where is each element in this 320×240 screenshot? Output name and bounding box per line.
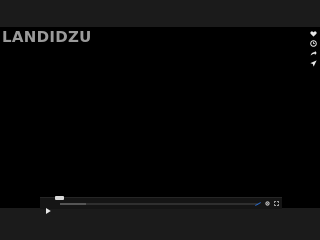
- fullscreen-button[interactable]: [273, 201, 279, 207]
- send-button[interactable]: [310, 60, 318, 67]
- hd-icon: [255, 201, 261, 206]
- fullscreen-icon: [273, 201, 279, 206]
- progress-bar[interactable]: [60, 203, 258, 205]
- video-page: LANDIDZU: [0, 0, 320, 240]
- player-right-controls: [255, 200, 279, 207]
- settings-button[interactable]: [264, 201, 270, 207]
- scrub-tooltip: [55, 196, 64, 200]
- buffered-fill: [60, 203, 86, 205]
- heart-icon: [310, 30, 317, 37]
- side-action-bar: [309, 30, 318, 67]
- quality-button[interactable]: [255, 201, 261, 207]
- share-icon: [310, 50, 317, 56]
- player-control-bar: [40, 196, 282, 215]
- send-icon: [310, 60, 317, 67]
- clock-icon: [310, 40, 317, 47]
- watch-later-button[interactable]: [310, 40, 318, 47]
- video-area[interactable]: [0, 27, 320, 208]
- like-button[interactable]: [310, 30, 318, 37]
- gear-icon: [264, 201, 270, 206]
- share-button[interactable]: [310, 50, 318, 57]
- play-icon: [46, 207, 51, 215]
- brand-logo[interactable]: LANDIDZU: [2, 29, 92, 45]
- play-button[interactable]: [44, 200, 52, 215]
